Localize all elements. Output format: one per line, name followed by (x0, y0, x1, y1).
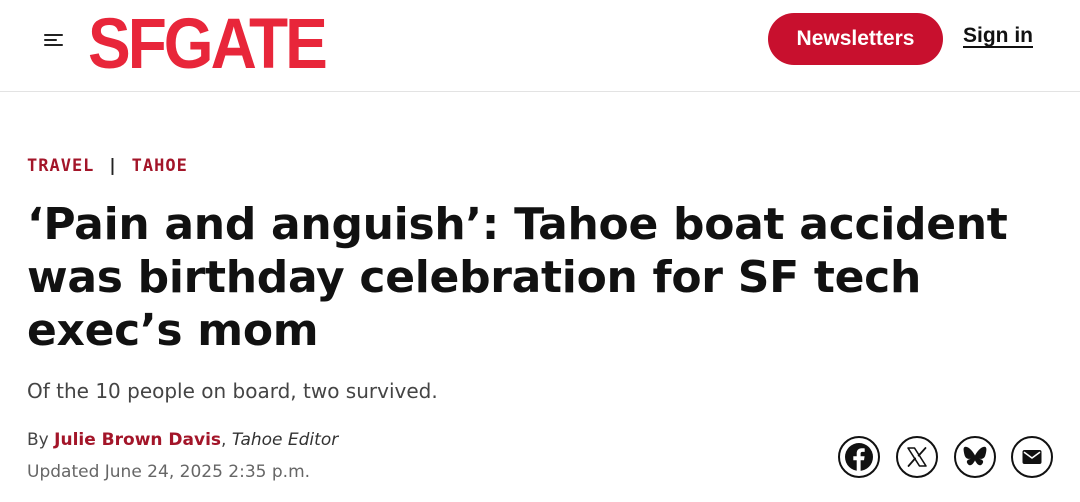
breadcrumb-separator: | (107, 156, 119, 176)
breadcrumb-travel[interactable]: TRAVEL (27, 156, 94, 176)
bluesky-icon (963, 446, 987, 466)
x-icon (907, 447, 927, 467)
bluesky-share-button[interactable] (954, 436, 996, 478)
author-link[interactable]: Julie Brown Davis (54, 430, 221, 450)
byline-comma: , (221, 430, 232, 450)
facebook-share-button[interactable] (838, 436, 880, 478)
email-share-button[interactable] (1011, 436, 1053, 478)
facebook-icon (845, 443, 873, 471)
menu-icon[interactable] (40, 28, 70, 50)
article-headline: ‘Pain and anguish’: Tahoe boat accident … (27, 199, 1008, 356)
breadcrumb-tahoe[interactable]: TAHOE (132, 156, 188, 176)
updated-timestamp: Updated June 24, 2025 2:35 p.m. (27, 462, 311, 482)
newsletters-button[interactable]: Newsletters (768, 13, 943, 65)
sfgate-logo[interactable]: SFGATE (88, 4, 328, 82)
x-share-button[interactable] (896, 436, 938, 478)
author-role: Tahoe Editor (231, 430, 339, 450)
article-dek: Of the 10 people on board, two survived. (27, 379, 438, 403)
site-header: SFGATE Newsletters Sign in (0, 0, 1080, 92)
sign-in-link[interactable]: Sign in (963, 24, 1033, 48)
email-icon (1022, 450, 1042, 464)
breadcrumb: TRAVEL | TAHOE (27, 156, 188, 176)
byline: By Julie Brown Davis, Tahoe Editor (27, 430, 338, 450)
byline-prefix: By (27, 430, 49, 450)
